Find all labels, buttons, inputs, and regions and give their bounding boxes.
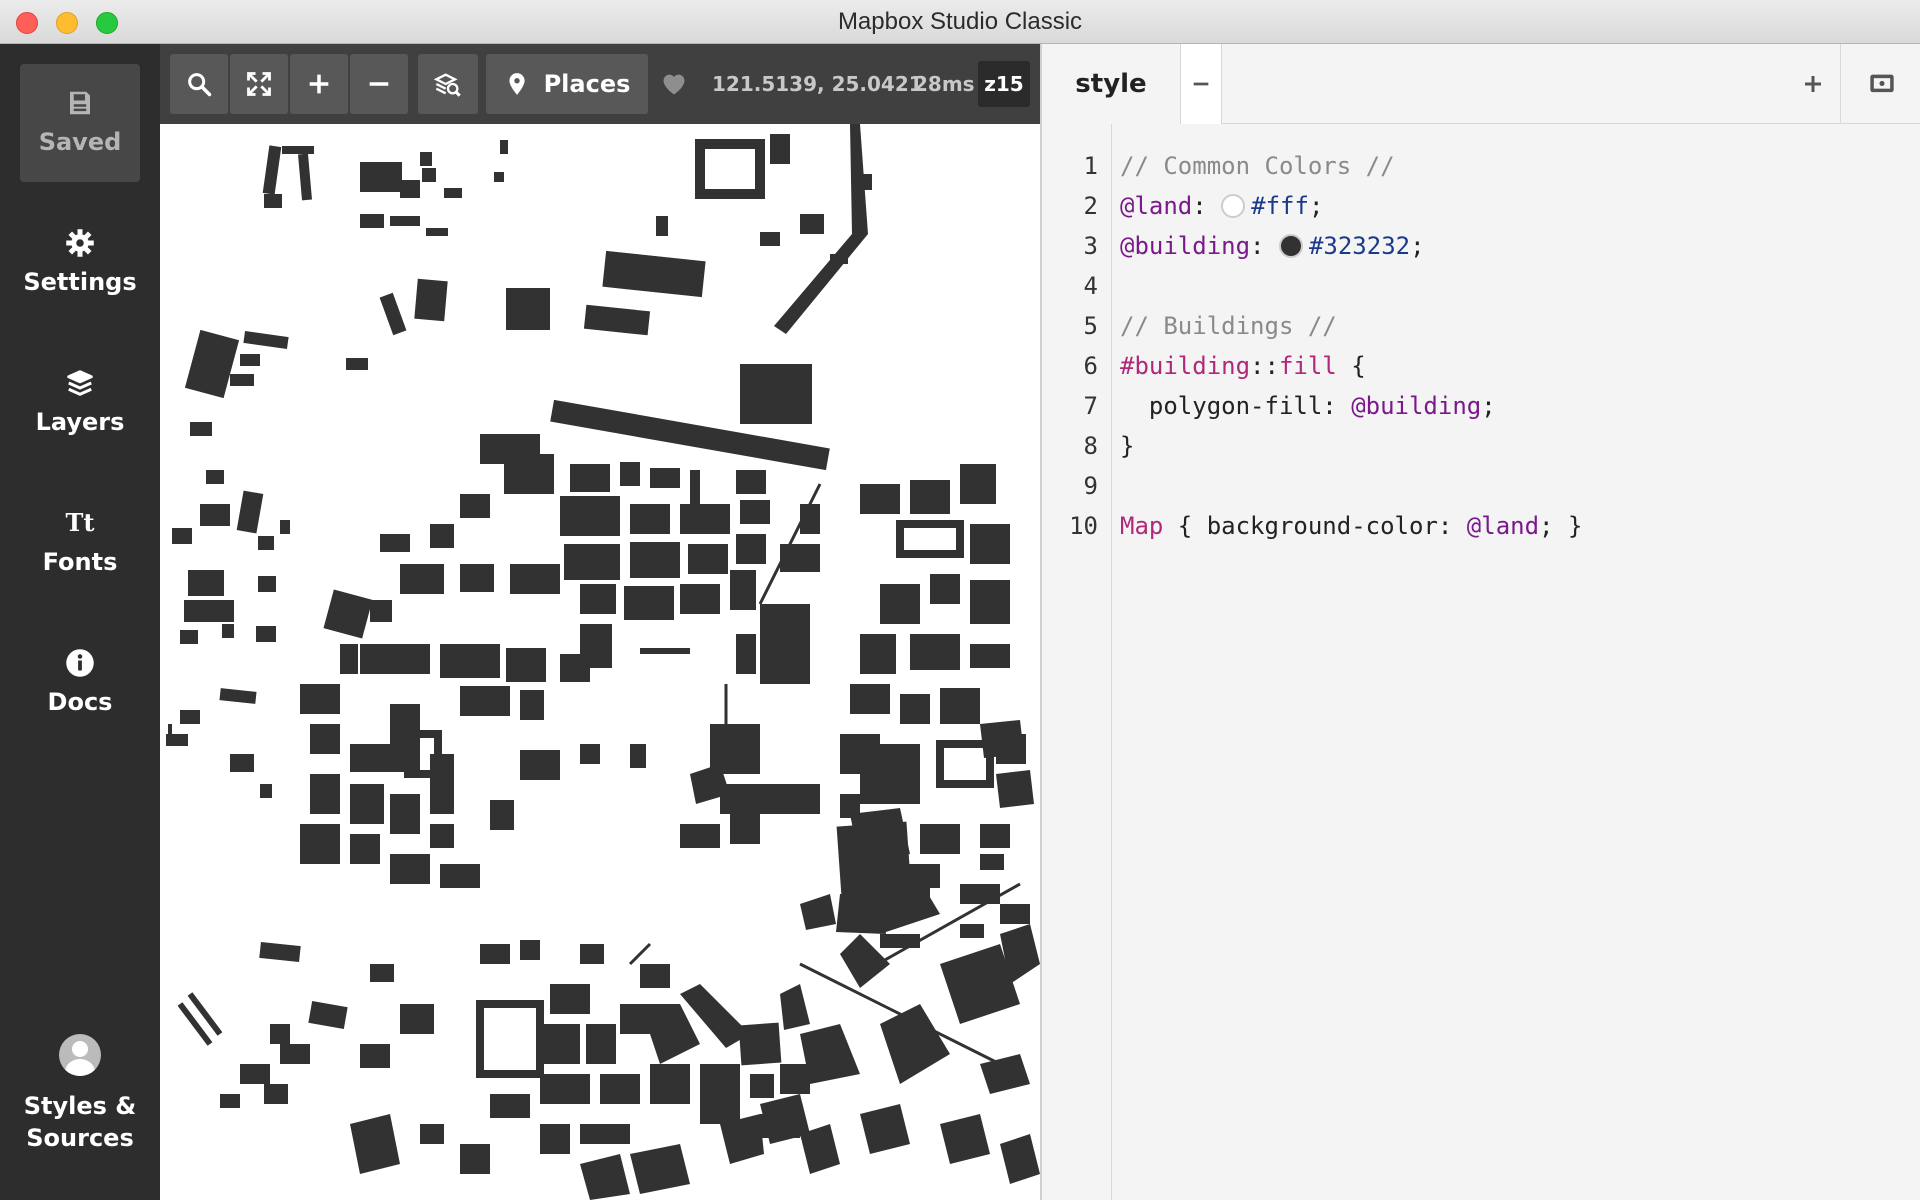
code-line: // Common Colors //: [1120, 152, 1395, 180]
inspect-layers-icon: [434, 73, 461, 97]
minus-icon: [369, 82, 389, 86]
search-button[interactable]: [170, 54, 228, 114]
fullscreen-button[interactable]: [230, 54, 288, 114]
line-number: 3: [1083, 232, 1098, 260]
sidebar-item-label: Docs: [47, 688, 113, 716]
map-canvas[interactable]: [160, 124, 1040, 1200]
fonts-icon: Tt: [65, 508, 95, 537]
zoom-level-badge: z15: [978, 61, 1030, 107]
minus-icon: [1193, 82, 1209, 86]
sidebar-item-label: Fonts: [42, 548, 118, 576]
line-number: 2: [1083, 192, 1098, 220]
search-icon: [188, 73, 212, 97]
color-swatch-land[interactable]: [1221, 194, 1246, 218]
line-number: 5: [1083, 312, 1098, 340]
selector-attachment: fill: [1278, 352, 1337, 380]
property-name: polygon-fill:: [1120, 392, 1352, 420]
code-line: }: [1120, 432, 1135, 460]
window-title: Mapbox Studio Classic: [837, 8, 1083, 35]
gear-icon: [66, 229, 94, 257]
plus-icon: [1805, 76, 1821, 92]
heart-icon: [663, 74, 685, 95]
map-pin-icon: [509, 73, 525, 95]
line-number: 6: [1083, 352, 1098, 380]
variable-ref: @land: [1466, 512, 1540, 540]
screen-icon: [1870, 74, 1894, 93]
sidebar-item-label: Saved: [38, 128, 122, 156]
sidebar-item-label: Settings: [23, 268, 137, 296]
remove-tab-button[interactable]: [1180, 44, 1222, 124]
variable-ref: @building: [1351, 392, 1482, 420]
line-number: 10: [1069, 512, 1098, 540]
plus-icon: [309, 74, 329, 94]
sidebar-item-docs[interactable]: Docs: [20, 624, 140, 742]
line-end: ;: [1481, 392, 1496, 420]
save-icon: [70, 91, 90, 115]
color-value: #323232: [1308, 232, 1411, 260]
info-icon: [66, 649, 94, 677]
sidebar-item-label: Styles & Sources: [23, 1092, 137, 1152]
line-number: 7: [1083, 392, 1098, 420]
code-line: Map { background-color: @land; }: [1120, 512, 1582, 540]
zoom-out-button[interactable]: [350, 54, 408, 114]
property-text: { background-color:: [1163, 512, 1467, 540]
line-number: 1: [1083, 152, 1098, 180]
line-number-gutter: 1 2 3 4 5 6 7 8 9 10: [1042, 124, 1112, 1200]
avatar: [59, 1034, 101, 1076]
selector-name: #building: [1120, 352, 1251, 380]
sidebar-item-fonts[interactable]: Tt Fonts: [20, 484, 140, 602]
coordinates-readout: 121.5139, 25.0421: [712, 72, 923, 96]
brace: {: [1336, 352, 1366, 380]
places-button[interactable]: Places: [486, 54, 648, 114]
tab-divider: [1840, 44, 1841, 124]
tab-style[interactable]: style: [1042, 44, 1180, 124]
add-tab-button[interactable]: [1787, 44, 1839, 124]
sidebar-item-label: Layers: [35, 408, 125, 436]
color-value: #fff: [1251, 192, 1309, 220]
editor-tabbar: style: [1042, 44, 1920, 124]
code-area[interactable]: // Common Colors // @land: #fff; @buildi…: [1112, 124, 1920, 1200]
sidebar-item-saved[interactable]: Saved: [20, 64, 140, 182]
sidebar-item-styles-sources[interactable]: Styles & Sources: [20, 1034, 140, 1184]
map-keyword: Map: [1120, 512, 1164, 540]
code-editor-panel: style 1 2 3 4 5 6 7 8 9 10 // Common Col…: [1040, 44, 1920, 1200]
selector-separator: ::: [1250, 352, 1279, 380]
building-footprints: [166, 124, 1040, 1200]
variable-name: @building: [1120, 232, 1251, 260]
line-number: 9: [1083, 472, 1098, 500]
line-number: 8: [1083, 432, 1098, 460]
layers-icon: [67, 370, 93, 396]
sidebar-item-layers[interactable]: Layers: [20, 344, 140, 462]
line-end: ; }: [1539, 512, 1583, 540]
code-line: @land: #fff;: [1120, 192, 1324, 220]
color-swatch-building[interactable]: [1278, 234, 1303, 258]
favorite-button[interactable]: [660, 70, 688, 98]
toggle-editor-button[interactable]: [1842, 44, 1920, 124]
places-label: Places: [543, 70, 631, 98]
map-toolbar: Places 121.5139, 25.0421 28ms z15: [160, 44, 1040, 124]
map-panel: Places 121.5139, 25.0421 28ms z15: [160, 44, 1040, 1200]
code-line: // Buildings //: [1120, 312, 1337, 340]
variable-name: @land: [1120, 192, 1193, 220]
title-bar: Mapbox Studio Classic: [0, 0, 1920, 44]
inspect-button[interactable]: [418, 54, 478, 114]
render-time: 28ms: [914, 72, 975, 96]
code-line: @building: #323232;: [1120, 232, 1425, 260]
code-line: polygon-fill: @building;: [1120, 392, 1496, 420]
zoom-in-button[interactable]: [290, 54, 348, 114]
code-line: #building::fill {: [1120, 352, 1366, 380]
line-number: 4: [1083, 272, 1098, 300]
expand-icon: [247, 72, 271, 96]
sidebar-item-settings[interactable]: Settings: [20, 204, 140, 322]
sidebar: Saved Settings Layers Tt Fonts Docs Styl…: [0, 44, 160, 1200]
